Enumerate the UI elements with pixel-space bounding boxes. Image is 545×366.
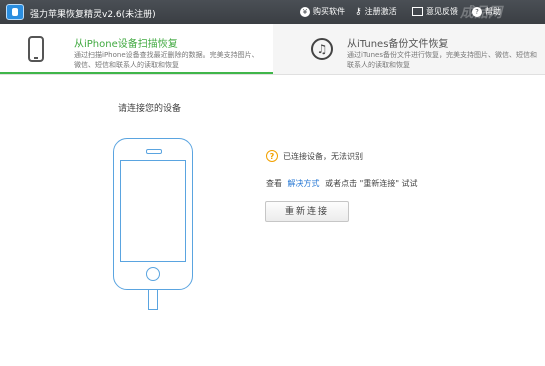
tab-iphone-scan-title: 从iPhone设备扫描恢复	[74, 39, 178, 50]
music-note-icon: ♫	[311, 38, 333, 60]
phone-screen	[120, 160, 186, 262]
usb-cable-illustration	[148, 290, 158, 310]
key-icon: ⚷	[355, 6, 362, 17]
solution-link[interactable]: 解决方式	[288, 179, 320, 188]
register-label: 注册激活	[364, 7, 397, 16]
connect-prompt: 请连接您的设备	[118, 104, 182, 114]
help-prefix: 查看	[266, 179, 282, 188]
watermark: 成品网	[460, 5, 502, 21]
feedback-icon	[412, 7, 423, 16]
phone-home-button	[146, 267, 160, 281]
iphone-illustration	[113, 138, 193, 290]
connection-status: ? 已连接设备，无法识别	[266, 150, 363, 162]
mode-tabs: 从iPhone设备扫描恢复 通过扫描iPhone设备查找最近删除的数据。完美支持…	[0, 24, 545, 75]
phone-icon	[28, 36, 44, 62]
help-line: 查看 解决方式 或者点击 "重新连接" 试试	[266, 178, 418, 189]
help-suffix: 或者点击 "重新连接" 试试	[325, 179, 418, 188]
tab-itunes-backup[interactable]: ♫ 从iTunes备份文件恢复 通过iTunes备份文件进行恢复，完美支持图片、…	[273, 24, 545, 74]
tab-itunes-backup-desc: 通过iTunes备份文件进行恢复，完美支持图片、微信、短信和联系人的读取和恢复	[347, 51, 537, 69]
question-warning-icon: ?	[266, 150, 278, 162]
tab-iphone-scan[interactable]: 从iPhone设备扫描恢复 通过扫描iPhone设备查找最近删除的数据。完美支持…	[0, 24, 273, 74]
app-logo-icon	[6, 4, 24, 20]
buy-software-label: 购买软件	[313, 7, 345, 16]
feedback-button[interactable]: 意见反馈	[412, 6, 458, 17]
cart-icon: ¥	[300, 6, 310, 17]
tab-iphone-scan-desc: 通过扫描iPhone设备查找最近删除的数据。完美支持图片、微信、短信和联系人的读…	[74, 51, 259, 69]
connection-status-text: 已连接设备，无法识别	[283, 151, 363, 161]
title-bar: 强力苹果恢复精灵v2.6(未注册) ¥ 购买软件 ⚷ 注册激活 意见反馈 ? 帮…	[0, 0, 545, 24]
register-button[interactable]: ⚷ 注册激活	[355, 6, 397, 17]
window-title: 强力苹果恢复精灵v2.6(未注册)	[30, 10, 156, 20]
feedback-label: 意见反馈	[426, 7, 458, 16]
buy-software-button[interactable]: ¥ 购买软件	[300, 6, 345, 17]
phone-speaker	[146, 149, 162, 154]
reconnect-button[interactable]: 重新连接	[265, 201, 349, 222]
tab-itunes-backup-title: 从iTunes备份文件恢复	[347, 39, 449, 50]
